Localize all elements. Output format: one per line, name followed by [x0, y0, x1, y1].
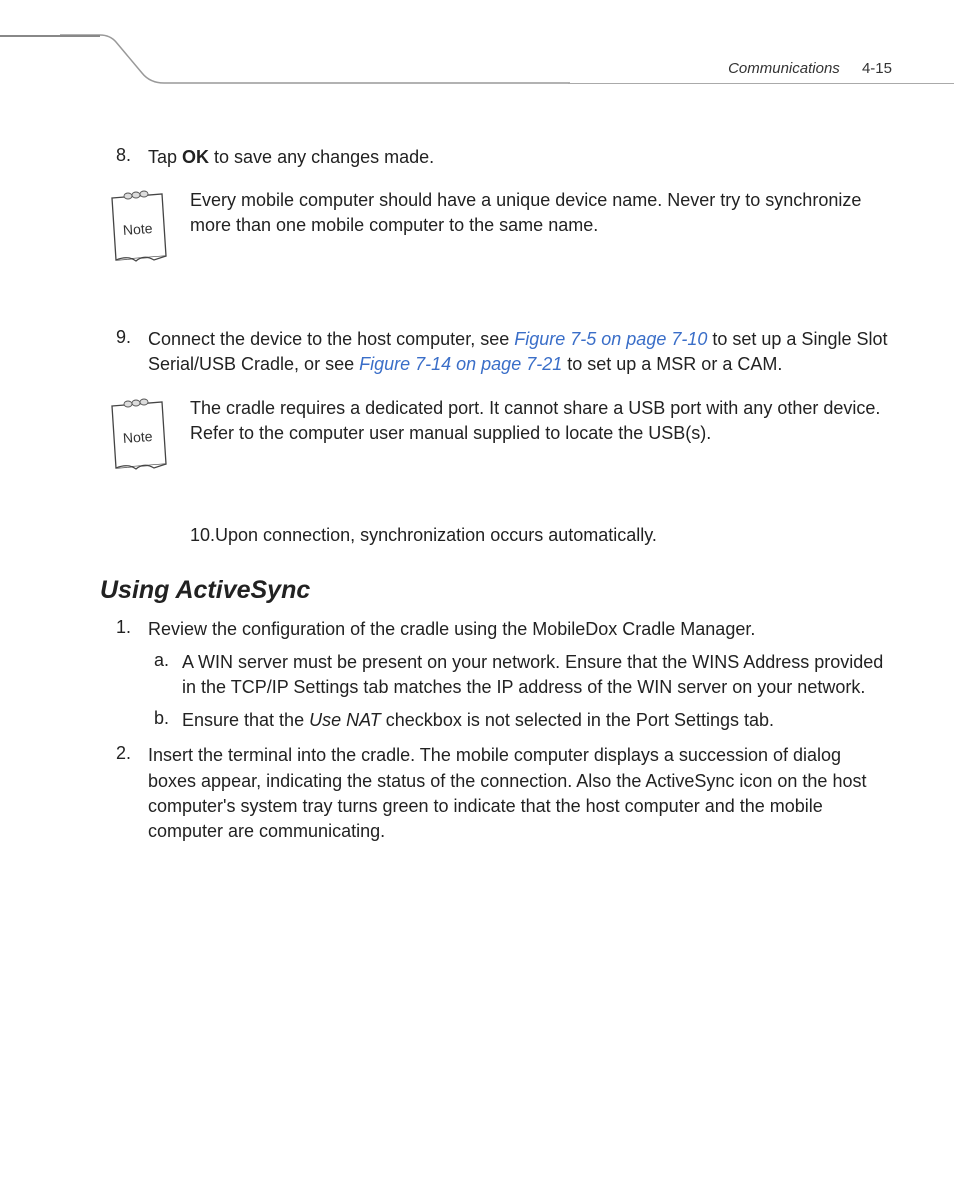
- activesync-step-1b: b. Ensure that the Use NAT checkbox is n…: [154, 708, 892, 733]
- text-fragment: to save any changes made.: [209, 147, 434, 167]
- text-fragment: to set up a MSR or a CAM.: [562, 354, 782, 374]
- italic-text: Use NAT: [309, 710, 381, 730]
- page-header: Communications 4-15: [728, 60, 892, 77]
- note-icon: Note: [100, 396, 180, 485]
- step-10: 10.Upon connection, synchronization occu…: [190, 525, 892, 546]
- note-text: The cradle requires a dedicated port. It…: [190, 396, 892, 446]
- step-text: Tap OK to save any changes made.: [148, 145, 892, 170]
- step-text: Insert the terminal into the cradle. The…: [148, 743, 892, 844]
- text-fragment: Ensure that the: [182, 710, 309, 730]
- substep-letter: b.: [154, 708, 182, 733]
- note-text: Every mobile computer should have a uniq…: [190, 188, 892, 238]
- header-curve-line: [60, 15, 580, 95]
- svg-text:Note: Note: [122, 428, 153, 446]
- activesync-step-1: 1. Review the configuration of the cradl…: [100, 617, 892, 642]
- step-9: 9. Connect the device to the host comput…: [100, 327, 892, 377]
- text-fragment: Tap: [148, 147, 182, 167]
- svg-text:Note: Note: [122, 220, 153, 238]
- step-number: 1.: [100, 617, 148, 642]
- step-number: 8.: [100, 145, 148, 170]
- step-number: 2.: [100, 743, 148, 844]
- step-8: 8. Tap OK to save any changes made.: [100, 145, 892, 170]
- note-block-1: Note Every mobile computer should have a…: [100, 188, 892, 277]
- bold-text: OK: [182, 147, 209, 167]
- page-header-decoration: [0, 0, 954, 100]
- step-text: Review the configuration of the cradle u…: [148, 617, 892, 642]
- text-fragment: Connect the device to the host computer,…: [148, 329, 514, 349]
- header-section: Communications: [728, 60, 840, 77]
- activesync-step-1a: a. A WIN server must be present on your …: [154, 650, 892, 700]
- page-content: 8. Tap OK to save any changes made. Note…: [100, 145, 892, 862]
- cross-reference-link[interactable]: Figure 7-5 on page 7-10: [514, 329, 707, 349]
- step-number: 9.: [100, 327, 148, 377]
- header-page-number: 4-15: [862, 60, 892, 77]
- text-fragment: checkbox is not selected in the Port Set…: [381, 710, 774, 730]
- note-icon: Note: [100, 188, 180, 277]
- substep-letter: a.: [154, 650, 182, 700]
- activesync-step-2: 2. Insert the terminal into the cradle. …: [100, 743, 892, 844]
- section-heading: Using ActiveSync: [100, 576, 892, 605]
- step-text: Connect the device to the host computer,…: [148, 327, 892, 377]
- note-block-2: Note The cradle requires a dedicated por…: [100, 396, 892, 485]
- substep-text: Ensure that the Use NAT checkbox is not …: [182, 708, 892, 733]
- substep-text: A WIN server must be present on your net…: [182, 650, 892, 700]
- cross-reference-link[interactable]: Figure 7-14 on page 7-21: [359, 354, 562, 374]
